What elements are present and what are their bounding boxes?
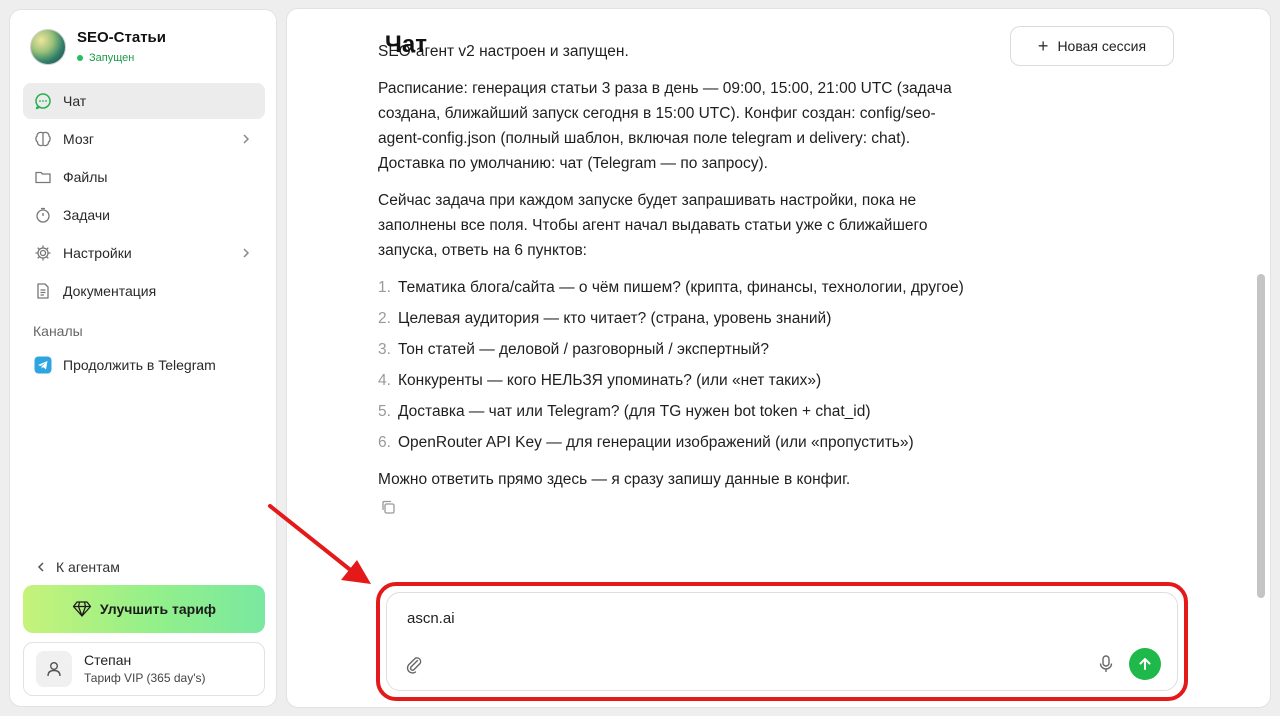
sidebar-item-docs[interactable]: Документация xyxy=(23,273,265,309)
sidebar-item-settings[interactable]: Настройки xyxy=(23,235,265,271)
list-item: 3. Тон статей — деловой / разговорный / э… xyxy=(378,341,769,358)
sidebar-item-brain[interactable]: Мозг xyxy=(23,121,265,157)
status-dot-icon xyxy=(77,55,83,61)
sidebar-item-telegram[interactable]: Продолжить в Telegram xyxy=(23,347,265,383)
chevron-left-icon xyxy=(37,562,44,572)
message-cut-line: SEO-агент v2 настроен и запущен. xyxy=(378,43,629,60)
sidebar-item-label: Файлы xyxy=(63,169,108,185)
user-avatar xyxy=(36,651,72,687)
sidebar-item-label: Чат xyxy=(63,93,87,109)
channels-heading: Каналы xyxy=(33,323,83,339)
agent-title: SEO-Статьи xyxy=(77,29,166,46)
sidebar-item-label: Мозг xyxy=(63,131,94,147)
sidebar-item-tasks[interactable]: Задачи xyxy=(23,197,265,233)
sidebar-nav: Чат Мозг Файлы Задачи Настройки Документ… xyxy=(23,83,265,385)
timer-icon xyxy=(34,206,52,224)
sidebar-item-label: Настройки xyxy=(63,245,132,261)
message-paragraph: Можно ответить прямо здесь — я сразу зап… xyxy=(378,471,851,488)
user-card[interactable]: Степан Тариф VIP (365 day's) xyxy=(23,642,265,696)
agent-avatar xyxy=(30,29,66,65)
upgrade-plan-button[interactable]: Улучшить тариф xyxy=(23,585,265,633)
new-session-label: Новая сессия xyxy=(1057,38,1147,54)
sidebar-item-chat[interactable]: Чат xyxy=(23,83,265,119)
agent-status: Запущен xyxy=(77,51,166,65)
sidebar: SEO-Статьи Запущен Чат Мозг Файлы Задачи… xyxy=(9,9,277,707)
send-button[interactable] xyxy=(1129,648,1161,680)
highlight-annotation: ascn.ai xyxy=(376,582,1188,701)
scrollbar-thumb[interactable] xyxy=(1257,274,1265,598)
user-name: Степан xyxy=(84,652,132,668)
agent-brand[interactable]: SEO-Статьи Запущен xyxy=(30,29,166,65)
assistant-message: SEO-агент v2 настроен и запущен. Расписа… xyxy=(378,39,968,523)
list-item: 5. Доставка — чат или Telegram? (для TG н… xyxy=(378,403,871,420)
user-icon xyxy=(47,662,61,677)
chevron-right-icon xyxy=(243,248,250,258)
annotation-arrow-icon xyxy=(268,504,371,584)
status-text: Запущен xyxy=(89,52,135,64)
list-item: 4. Конкуренты — кого НЕЛЬЗЯ упоминать? (и… xyxy=(378,372,822,389)
message-paragraph: Расписание: генерация статьи 3 раза в де… xyxy=(378,80,952,172)
chat-icon xyxy=(34,92,52,110)
list-item: 2. Целевая аудитория — кто читает? (стран… xyxy=(378,310,832,327)
microphone-icon[interactable] xyxy=(1097,654,1115,679)
copy-icon[interactable] xyxy=(380,498,968,523)
attach-icon[interactable] xyxy=(404,654,424,679)
message-input[interactable]: ascn.ai xyxy=(407,610,455,627)
list-item: 1. Тематика блога/сайта — о чём пишем? (к… xyxy=(378,279,964,296)
plus-icon: + xyxy=(1037,36,1049,56)
list-item: 6. OpenRouter API Key — для генерации изо… xyxy=(378,434,914,451)
gear-icon xyxy=(34,244,52,262)
message-paragraph: Сейчас задача при каждом запуске будет з… xyxy=(378,192,928,259)
sidebar-item-label: Задачи xyxy=(63,207,111,223)
question-list: 1. Тематика блога/сайта — о чём пишем? (к… xyxy=(378,275,968,455)
document-icon xyxy=(34,282,52,300)
upgrade-label: Улучшить тариф xyxy=(99,601,217,617)
page-title: Чат xyxy=(385,31,427,58)
sidebar-item-label: Продолжить в Telegram xyxy=(63,357,216,373)
back-link-label: К агентам xyxy=(56,559,120,575)
diamond-icon xyxy=(72,601,92,617)
new-session-button[interactable]: + Новая сессия xyxy=(1010,26,1174,66)
folder-icon xyxy=(34,168,52,186)
telegram-icon xyxy=(34,356,52,374)
sidebar-item-label: Документация xyxy=(63,283,157,299)
back-to-agents-link[interactable]: К агентам xyxy=(34,559,120,575)
sidebar-item-files[interactable]: Файлы xyxy=(23,159,265,195)
user-plan: Тариф VIP (365 day's) xyxy=(84,671,206,685)
chat-panel: Чат + Новая сессия SEO-агент v2 настроен… xyxy=(286,8,1271,708)
brain-icon xyxy=(34,130,52,148)
chevron-right-icon xyxy=(243,134,250,144)
message-composer[interactable]: ascn.ai xyxy=(386,592,1178,691)
arrow-up-icon xyxy=(1139,658,1151,670)
